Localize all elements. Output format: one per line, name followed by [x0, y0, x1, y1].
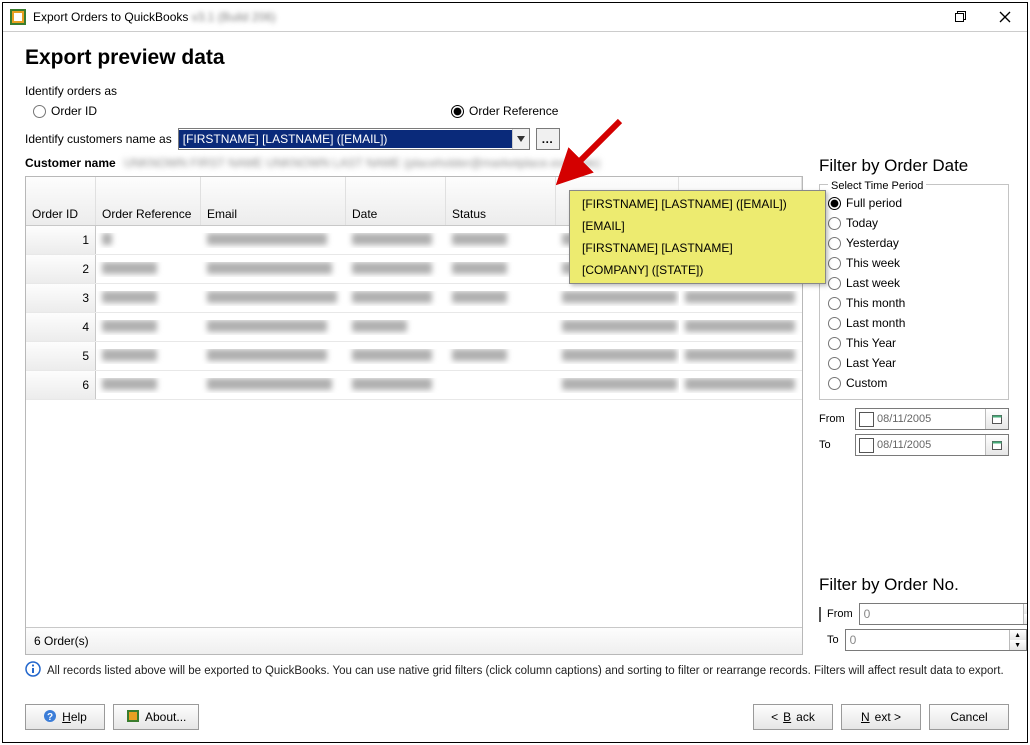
calendar-icon[interactable] — [985, 409, 1008, 429]
orderno-from-input[interactable]: ▲▼ — [859, 603, 1027, 625]
date-to-input[interactable]: 08/11/2005 — [855, 434, 1009, 456]
popup-option[interactable]: [COMPANY] ([STATE]) — [570, 259, 825, 281]
col-header[interactable]: Email — [201, 177, 346, 225]
svg-text:?: ? — [47, 712, 53, 723]
identify-customers-label: Identify customers name as — [25, 132, 172, 146]
titlebar: Export Orders to QuickBooks v3.1 (Build … — [3, 3, 1027, 32]
identify-orders-label: Identify orders as — [25, 84, 1009, 98]
table-row[interactable]: 3 — [26, 284, 802, 313]
calendar-icon[interactable] — [985, 435, 1008, 455]
app-icon — [9, 8, 27, 26]
info-icon — [25, 661, 41, 680]
date-from-checkbox[interactable] — [859, 412, 874, 427]
customer-name-label: Customer name — [25, 156, 116, 170]
customer-name-preview: UNKNOWN FIRST NAME UNKNOWN LAST NAME (pl… — [124, 156, 803, 170]
time-period-option[interactable]: This Year — [828, 333, 1000, 353]
row-index: 1 — [26, 226, 96, 254]
time-period-option[interactable]: Full period — [828, 193, 1000, 213]
time-period-option[interactable]: Last month — [828, 313, 1000, 333]
orderno-from-checkbox[interactable] — [819, 607, 821, 622]
about-icon — [126, 709, 140, 726]
time-period-option[interactable]: Yesterday — [828, 233, 1000, 253]
time-period-option[interactable]: Last week — [828, 273, 1000, 293]
time-period-option[interactable]: Today — [828, 213, 1000, 233]
orderno-to-label: To — [827, 634, 839, 646]
filter-by-date-title: Filter by Order Date — [819, 156, 1009, 176]
format-options-popup: [FIRSTNAME] [LASTNAME] ([EMAIL]) [EMAIL]… — [569, 190, 826, 284]
grid-footer: 6 Order(s) — [26, 627, 802, 654]
time-period-option[interactable]: This week — [828, 253, 1000, 273]
time-period-option[interactable]: This month — [828, 293, 1000, 313]
page-title: Export preview data — [25, 46, 1009, 70]
time-period-option[interactable]: Last Year — [828, 353, 1000, 373]
help-button[interactable]: ? Help — [25, 704, 105, 730]
format-builder-button[interactable]: … — [536, 128, 560, 150]
radio-order-id[interactable]: Order ID — [33, 104, 97, 118]
table-row[interactable]: 4 — [26, 313, 802, 342]
row-index: 4 — [26, 313, 96, 341]
customer-name-format-input[interactable] — [179, 130, 512, 148]
combo-dropdown-button[interactable] — [512, 129, 529, 149]
cancel-button[interactable]: Cancel — [929, 704, 1009, 730]
date-from-label: From — [819, 413, 849, 425]
about-button[interactable]: About... — [113, 704, 199, 730]
help-icon: ? — [43, 709, 57, 726]
popup-option[interactable]: [FIRSTNAME] [LASTNAME] ([EMAIL]) — [570, 193, 825, 215]
col-header[interactable]: Order Reference — [96, 177, 201, 225]
window-close-button[interactable] — [983, 3, 1027, 31]
filter-by-number-title: Filter by Order No. — [819, 575, 1009, 595]
orderno-to-input[interactable]: ▲▼ — [845, 629, 1027, 651]
orderno-from-label: From — [827, 608, 853, 620]
table-row[interactable]: 5 — [26, 342, 802, 371]
popup-option[interactable]: [FIRSTNAME] [LASTNAME] — [570, 237, 825, 259]
info-strip: All records listed above will be exporte… — [25, 655, 1009, 686]
window-restore-button[interactable] — [939, 3, 983, 31]
row-index: 2 — [26, 255, 96, 283]
row-index: 6 — [26, 371, 96, 399]
popup-option[interactable]: [EMAIL] — [570, 215, 825, 237]
radio-order-reference[interactable]: Order Reference — [451, 104, 558, 118]
time-period-legend: Select Time Period — [828, 180, 926, 192]
back-button[interactable]: < Back — [753, 704, 833, 730]
table-row[interactable]: 6 — [26, 371, 802, 400]
customer-name-format-combo[interactable] — [178, 128, 530, 150]
row-index: 3 — [26, 284, 96, 312]
col-header[interactable]: Date — [346, 177, 446, 225]
date-from-input[interactable]: 08/11/2005 — [855, 408, 1009, 430]
next-button[interactable]: Next > — [841, 704, 921, 730]
col-order-id[interactable]: Order ID — [26, 177, 96, 225]
help-button-rest: elp — [71, 710, 87, 724]
date-to-label: To — [819, 439, 849, 451]
col-header[interactable]: Status — [446, 177, 556, 225]
window-title: Export Orders to QuickBooks v3.1 (Build … — [33, 10, 276, 24]
date-to-checkbox[interactable] — [859, 438, 874, 453]
time-period-option[interactable]: Custom — [828, 373, 1000, 393]
row-index: 5 — [26, 342, 96, 370]
